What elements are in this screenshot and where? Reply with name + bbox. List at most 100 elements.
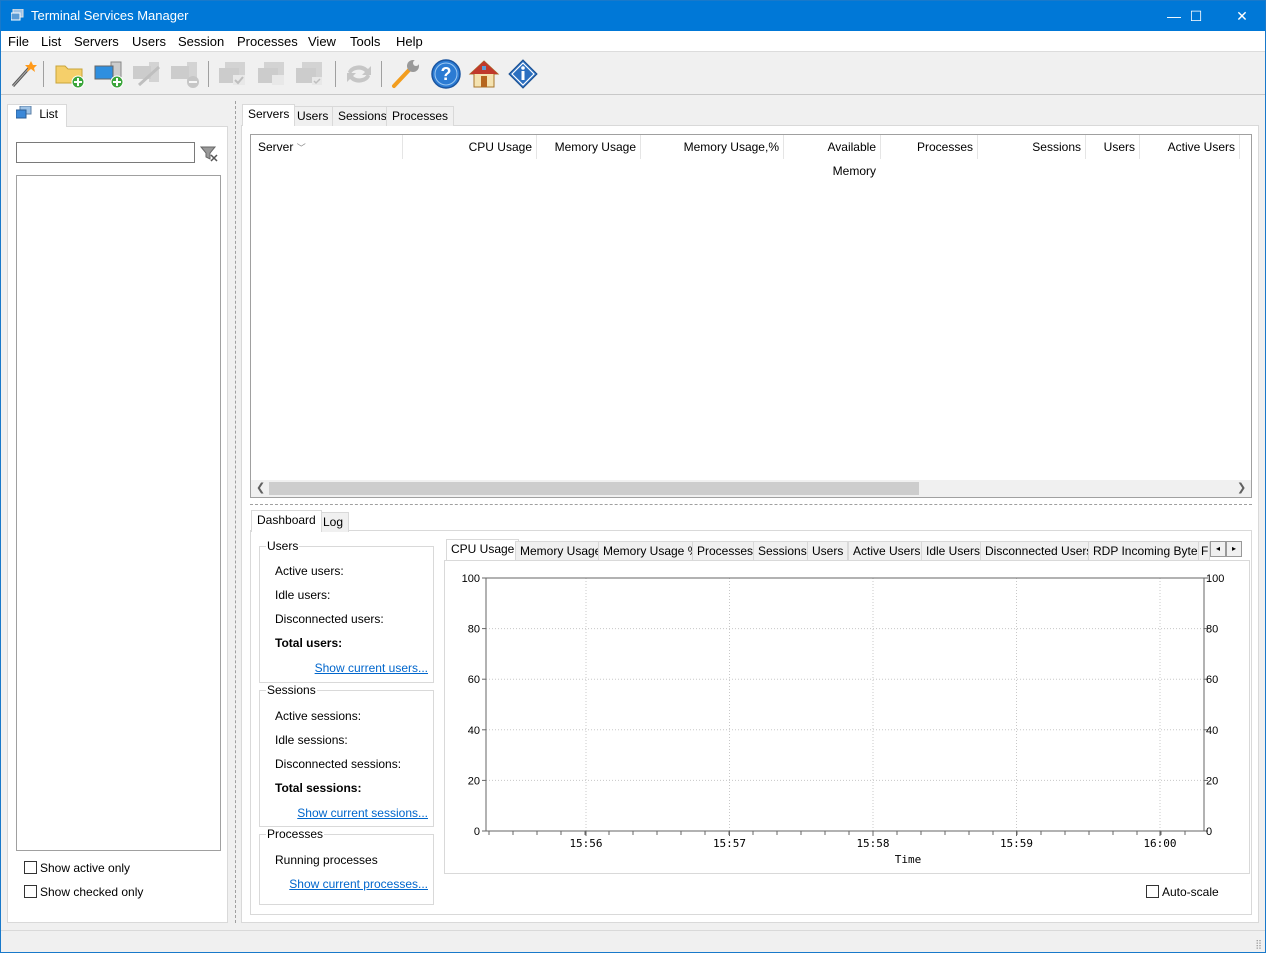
menu-users[interactable]: Users	[132, 34, 166, 49]
y-tick-label-right: 80	[1206, 624, 1218, 636]
chart-tab-sessions[interactable]: Sessions	[753, 541, 812, 561]
scroll-left-icon[interactable]: ❮	[256, 481, 265, 494]
chart-tab-idle-users[interactable]: Idle Users	[921, 541, 986, 561]
window-title: Terminal Services Manager	[31, 8, 189, 23]
active-users-label: Active users:	[275, 564, 344, 578]
settings-button[interactable]	[389, 57, 423, 91]
chart-tab-memory-usage-percent[interactable]: Memory Usage %	[598, 541, 704, 561]
column-server[interactable]: Server ﹀	[251, 135, 403, 159]
column-users[interactable]: Users	[1086, 135, 1140, 159]
chart-tab-users[interactable]: Users	[807, 541, 849, 561]
info-icon	[508, 59, 538, 89]
column-memory-usage[interactable]: Memory Usage	[537, 135, 641, 159]
column-active-users[interactable]: Active Users	[1140, 135, 1240, 159]
show-current-processes-link[interactable]: Show current processes...	[289, 877, 428, 891]
chart-container: 0 0 20 20 40 40 60 60 80 80 100 100 15:56 15:57 15:58 1…	[444, 560, 1250, 874]
column-memory-usage-percent[interactable]: Memory Usage,%	[641, 135, 784, 159]
column-available-memory[interactable]: Available Memory	[784, 135, 881, 178]
menu-tools[interactable]: Tools	[350, 34, 380, 49]
x-tick-label: 16:00	[1143, 837, 1176, 850]
tab-scroll-left-button[interactable]: ◂	[1210, 541, 1226, 557]
edit-server-button[interactable]	[130, 57, 164, 91]
settings-wrench-icon	[392, 60, 419, 88]
vertical-splitter[interactable]	[235, 101, 236, 923]
tab-scroll-right-button[interactable]: ▸	[1226, 541, 1242, 557]
show-current-users-link[interactable]: Show current users...	[315, 661, 428, 675]
app-icon	[11, 9, 24, 21]
check-server-icon	[219, 62, 245, 85]
status-bar: ⣿	[1, 930, 1265, 952]
column-processes[interactable]: Processes	[881, 135, 978, 159]
tab-processes[interactable]: Processes	[386, 106, 455, 126]
horizontal-scrollbar[interactable]: ❮ ❯	[251, 480, 1251, 497]
chart-tab-processes[interactable]: Processes	[692, 541, 759, 561]
chart-tab-cpu-usage[interactable]: CPU Usage	[446, 539, 520, 561]
list-icon	[15, 105, 32, 119]
total-users-label: Total users:	[275, 636, 343, 650]
table-header: Server ﹀ CPU Usage Memory Usage Memory U…	[251, 135, 1251, 178]
show-current-sessions-link[interactable]: Show current sessions...	[297, 806, 428, 820]
server-filter-input[interactable]	[16, 142, 195, 163]
users-group: Users Active users: Idle users: Disconne…	[259, 539, 434, 683]
horizontal-splitter[interactable]	[250, 504, 1252, 505]
menu-file[interactable]: File	[8, 34, 29, 49]
arrow-right-icon: ▸	[1231, 544, 1236, 553]
column-sessions[interactable]: Sessions	[978, 135, 1086, 159]
menu-view[interactable]: View	[308, 34, 336, 49]
running-processes-label: Running processes	[275, 853, 378, 867]
auto-scale-checkbox[interactable]	[1146, 885, 1159, 898]
home-button[interactable]	[467, 57, 501, 91]
processes-group: Processes Running processes Show current…	[259, 827, 434, 905]
tab-dashboard[interactable]: Dashboard	[251, 510, 322, 532]
check-server-button[interactable]	[216, 57, 250, 91]
chart-tab-rdp-incoming-bytes[interactable]: RDP Incoming Bytes	[1088, 541, 1209, 561]
tab-sessions[interactable]: Sessions	[332, 106, 393, 126]
show-active-only-checkbox[interactable]	[24, 861, 37, 874]
server-tree[interactable]	[16, 175, 221, 851]
menu-servers[interactable]: Servers	[74, 34, 119, 49]
add-server-button[interactable]	[92, 57, 126, 91]
sessions-group-title: Sessions	[266, 683, 317, 697]
svg-text:?: ?	[441, 64, 452, 84]
uncheck-server-button[interactable]	[255, 57, 289, 91]
add-folder-button[interactable]	[53, 57, 87, 91]
chart-tab-truncated[interactable]: F	[1198, 541, 1210, 561]
y-tick-label-left: 40	[468, 725, 480, 737]
scroll-right-icon[interactable]: ❯	[1237, 481, 1246, 494]
menu-list[interactable]: List	[41, 34, 61, 49]
menu-processes[interactable]: Processes	[237, 34, 298, 49]
wizard-icon	[11, 61, 37, 88]
home-icon	[468, 60, 500, 88]
y-tick-label-right: 100	[1206, 573, 1224, 585]
chart-tab-active-users[interactable]: Active Users	[848, 541, 926, 561]
resize-grip-icon[interactable]: ⣿	[1255, 939, 1262, 950]
wizard-button[interactable]	[6, 57, 40, 91]
sort-chevron-icon: ﹀	[296, 143, 306, 153]
info-button[interactable]	[506, 57, 540, 91]
check-all-servers-button[interactable]	[293, 57, 327, 91]
sessions-group: Sessions Active sessions: Idle sessions:…	[259, 683, 434, 827]
y-tick-label-left: 100	[462, 573, 480, 585]
tab-log[interactable]: Log	[317, 512, 350, 532]
clear-filter-icon	[199, 146, 218, 162]
remove-server-button[interactable]	[168, 57, 202, 91]
menu-help[interactable]: Help	[396, 34, 423, 49]
maximize-button[interactable]: ☐	[1173, 1, 1219, 31]
cpu-usage-chart: 0 0 20 20 40 40 60 60 80 80 100 100 15:56 15:57 15:58 1…	[462, 573, 1225, 866]
close-button[interactable]: ✕	[1219, 1, 1265, 31]
scrollbar-thumb[interactable]	[269, 482, 919, 495]
help-button[interactable]: ?	[429, 57, 463, 91]
refresh-button[interactable]	[342, 57, 376, 91]
chart-tab-memory-usage[interactable]: Memory Usage	[515, 541, 607, 561]
x-tick-label: 15:56	[569, 837, 602, 850]
chart-tab-disconnected-users[interactable]: Disconnected Users	[980, 541, 1098, 561]
tab-servers[interactable]: Servers	[242, 104, 296, 126]
clear-filter-button[interactable]	[199, 143, 219, 163]
column-cpu-usage[interactable]: CPU Usage	[403, 135, 537, 159]
tab-list[interactable]: List	[7, 104, 68, 127]
show-checked-only-checkbox[interactable]	[24, 885, 37, 898]
idle-sessions-label: Idle sessions:	[275, 733, 348, 747]
tab-users[interactable]: Users	[291, 106, 335, 126]
total-sessions-label: Total sessions:	[275, 781, 362, 795]
menu-session[interactable]: Session	[178, 34, 224, 49]
